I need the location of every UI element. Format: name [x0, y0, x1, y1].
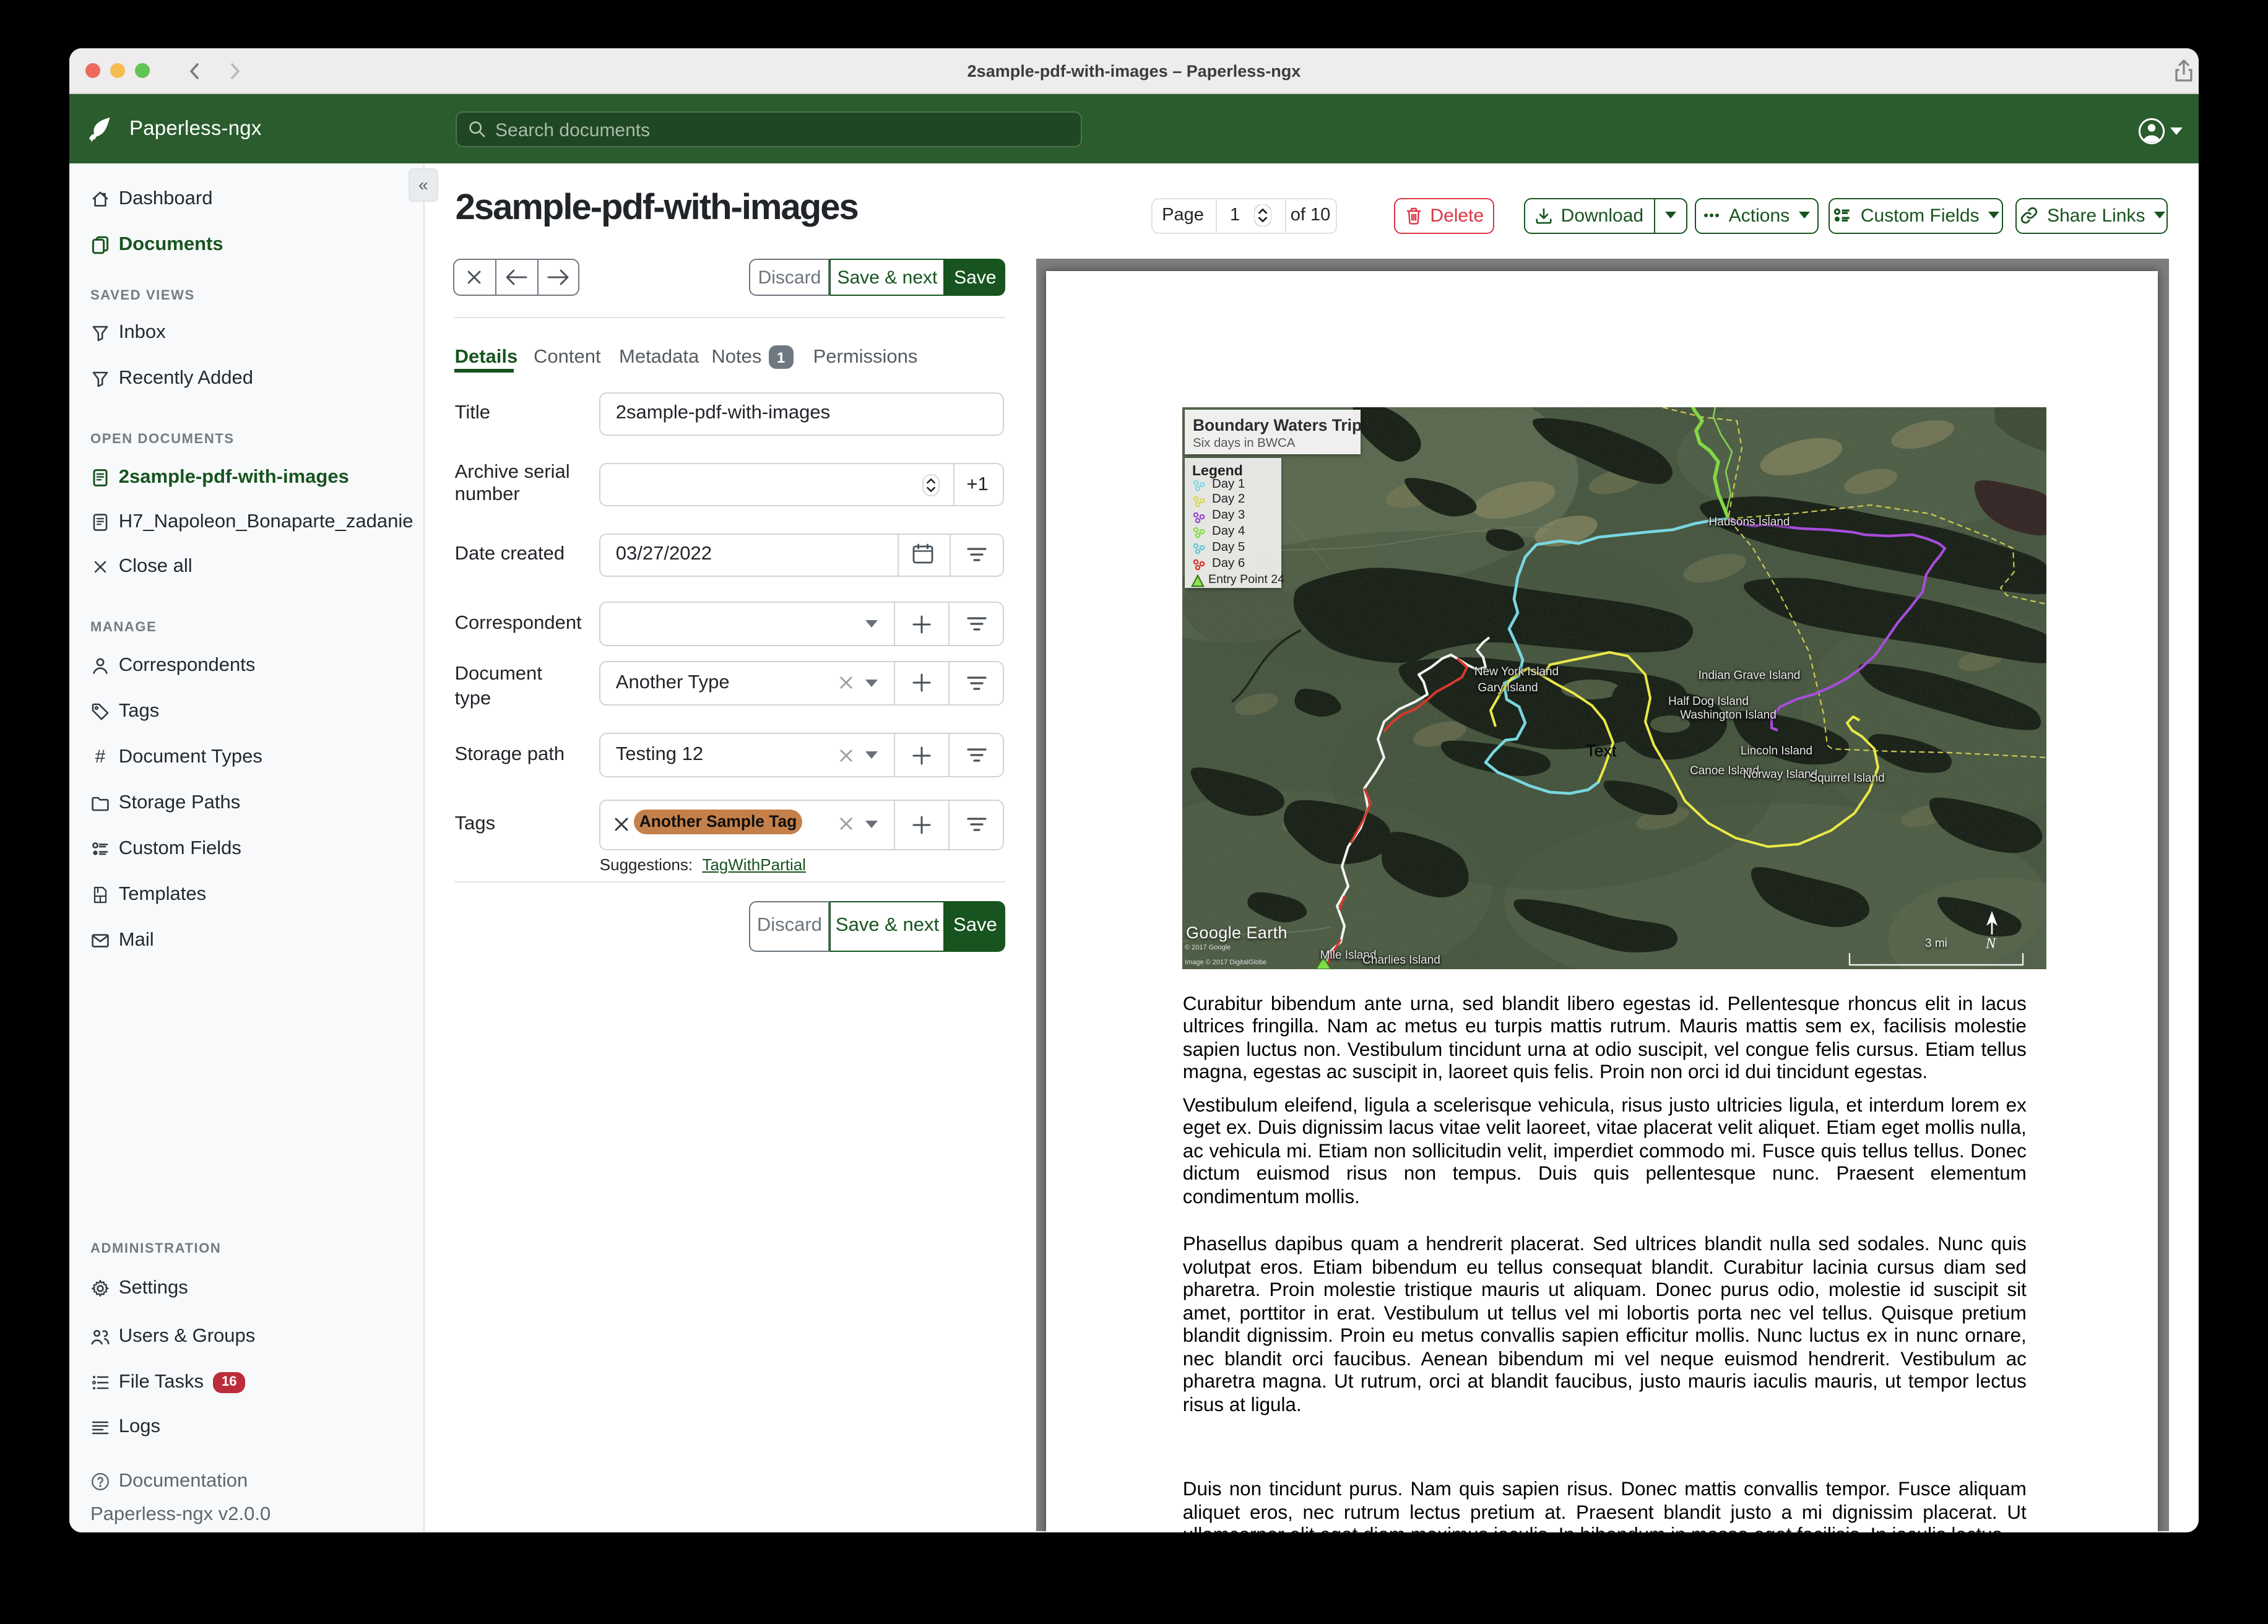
- svg-text:N: N: [1985, 936, 1997, 951]
